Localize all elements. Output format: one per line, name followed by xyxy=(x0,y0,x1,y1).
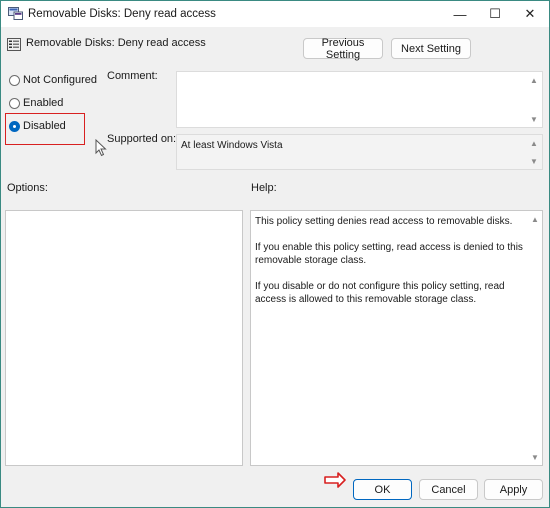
previous-setting-button[interactable]: Previous Setting xyxy=(303,37,383,61)
supported-on-label: Supported on: xyxy=(107,133,177,145)
annotation-arrow-icon xyxy=(324,472,346,488)
cancel-button[interactable]: Cancel xyxy=(419,479,478,500)
next-setting-button[interactable]: Next Setting xyxy=(391,38,471,59)
scroll-down-icon[interactable]: ▼ xyxy=(528,156,540,166)
group-policy-icon xyxy=(8,7,23,20)
help-panel[interactable]: This policy setting denies read access t… xyxy=(250,210,543,466)
ok-button[interactable]: OK xyxy=(353,479,412,500)
supported-on-field: At least Windows Vista ▲ ▼ xyxy=(176,134,543,170)
radio-label: Enabled xyxy=(23,97,64,109)
radio-not-configured[interactable]: Not Configured xyxy=(9,73,97,87)
radio-button[interactable] xyxy=(9,74,20,86)
policy-name: Removable Disks: Deny read access xyxy=(26,37,206,49)
mouse-cursor-icon xyxy=(95,139,107,157)
scroll-up-icon[interactable]: ▲ xyxy=(528,75,540,85)
scroll-up-icon[interactable]: ▲ xyxy=(529,214,541,224)
radio-button[interactable] xyxy=(9,97,20,109)
help-paragraph: If you disable or do not configure this … xyxy=(255,281,505,305)
comment-textarea[interactable]: ▲ ▼ xyxy=(176,71,543,128)
apply-button[interactable]: Apply xyxy=(484,479,543,500)
maximize-icon: ☐ xyxy=(489,6,501,21)
maximize-button[interactable]: ☐ xyxy=(478,1,512,27)
policy-setting-icon xyxy=(7,38,21,51)
window-title: Removable Disks: Deny read access xyxy=(28,8,216,20)
minimize-button[interactable]: — xyxy=(443,1,477,27)
comment-label: Comment: xyxy=(107,70,158,82)
radio-enabled[interactable]: Enabled xyxy=(9,96,63,110)
help-text: This policy setting denies read access t… xyxy=(255,215,528,319)
help-label: Help: xyxy=(251,182,277,194)
scroll-down-icon[interactable]: ▼ xyxy=(528,114,540,124)
close-icon: ✕ xyxy=(524,6,536,21)
help-paragraph: If you enable this policy setting, read … xyxy=(255,242,523,266)
radio-label: Not Configured xyxy=(23,74,97,86)
close-button[interactable]: ✕ xyxy=(513,1,547,27)
supported-on-value: At least Windows Vista xyxy=(181,140,283,151)
options-label: Options: xyxy=(7,182,48,194)
help-paragraph: This policy setting denies read access t… xyxy=(255,216,513,227)
annotation-highlight-box xyxy=(5,113,85,145)
policy-setting-dialog: Removable Disks: Deny read access — ☐ ✕ … xyxy=(0,0,550,508)
scroll-up-icon[interactable]: ▲ xyxy=(528,138,540,148)
title-bar[interactable]: Removable Disks: Deny read access — ☐ ✕ xyxy=(1,1,549,27)
options-panel[interactable] xyxy=(5,210,243,466)
scroll-down-icon[interactable]: ▼ xyxy=(529,452,541,462)
minimize-icon: — xyxy=(453,6,467,22)
